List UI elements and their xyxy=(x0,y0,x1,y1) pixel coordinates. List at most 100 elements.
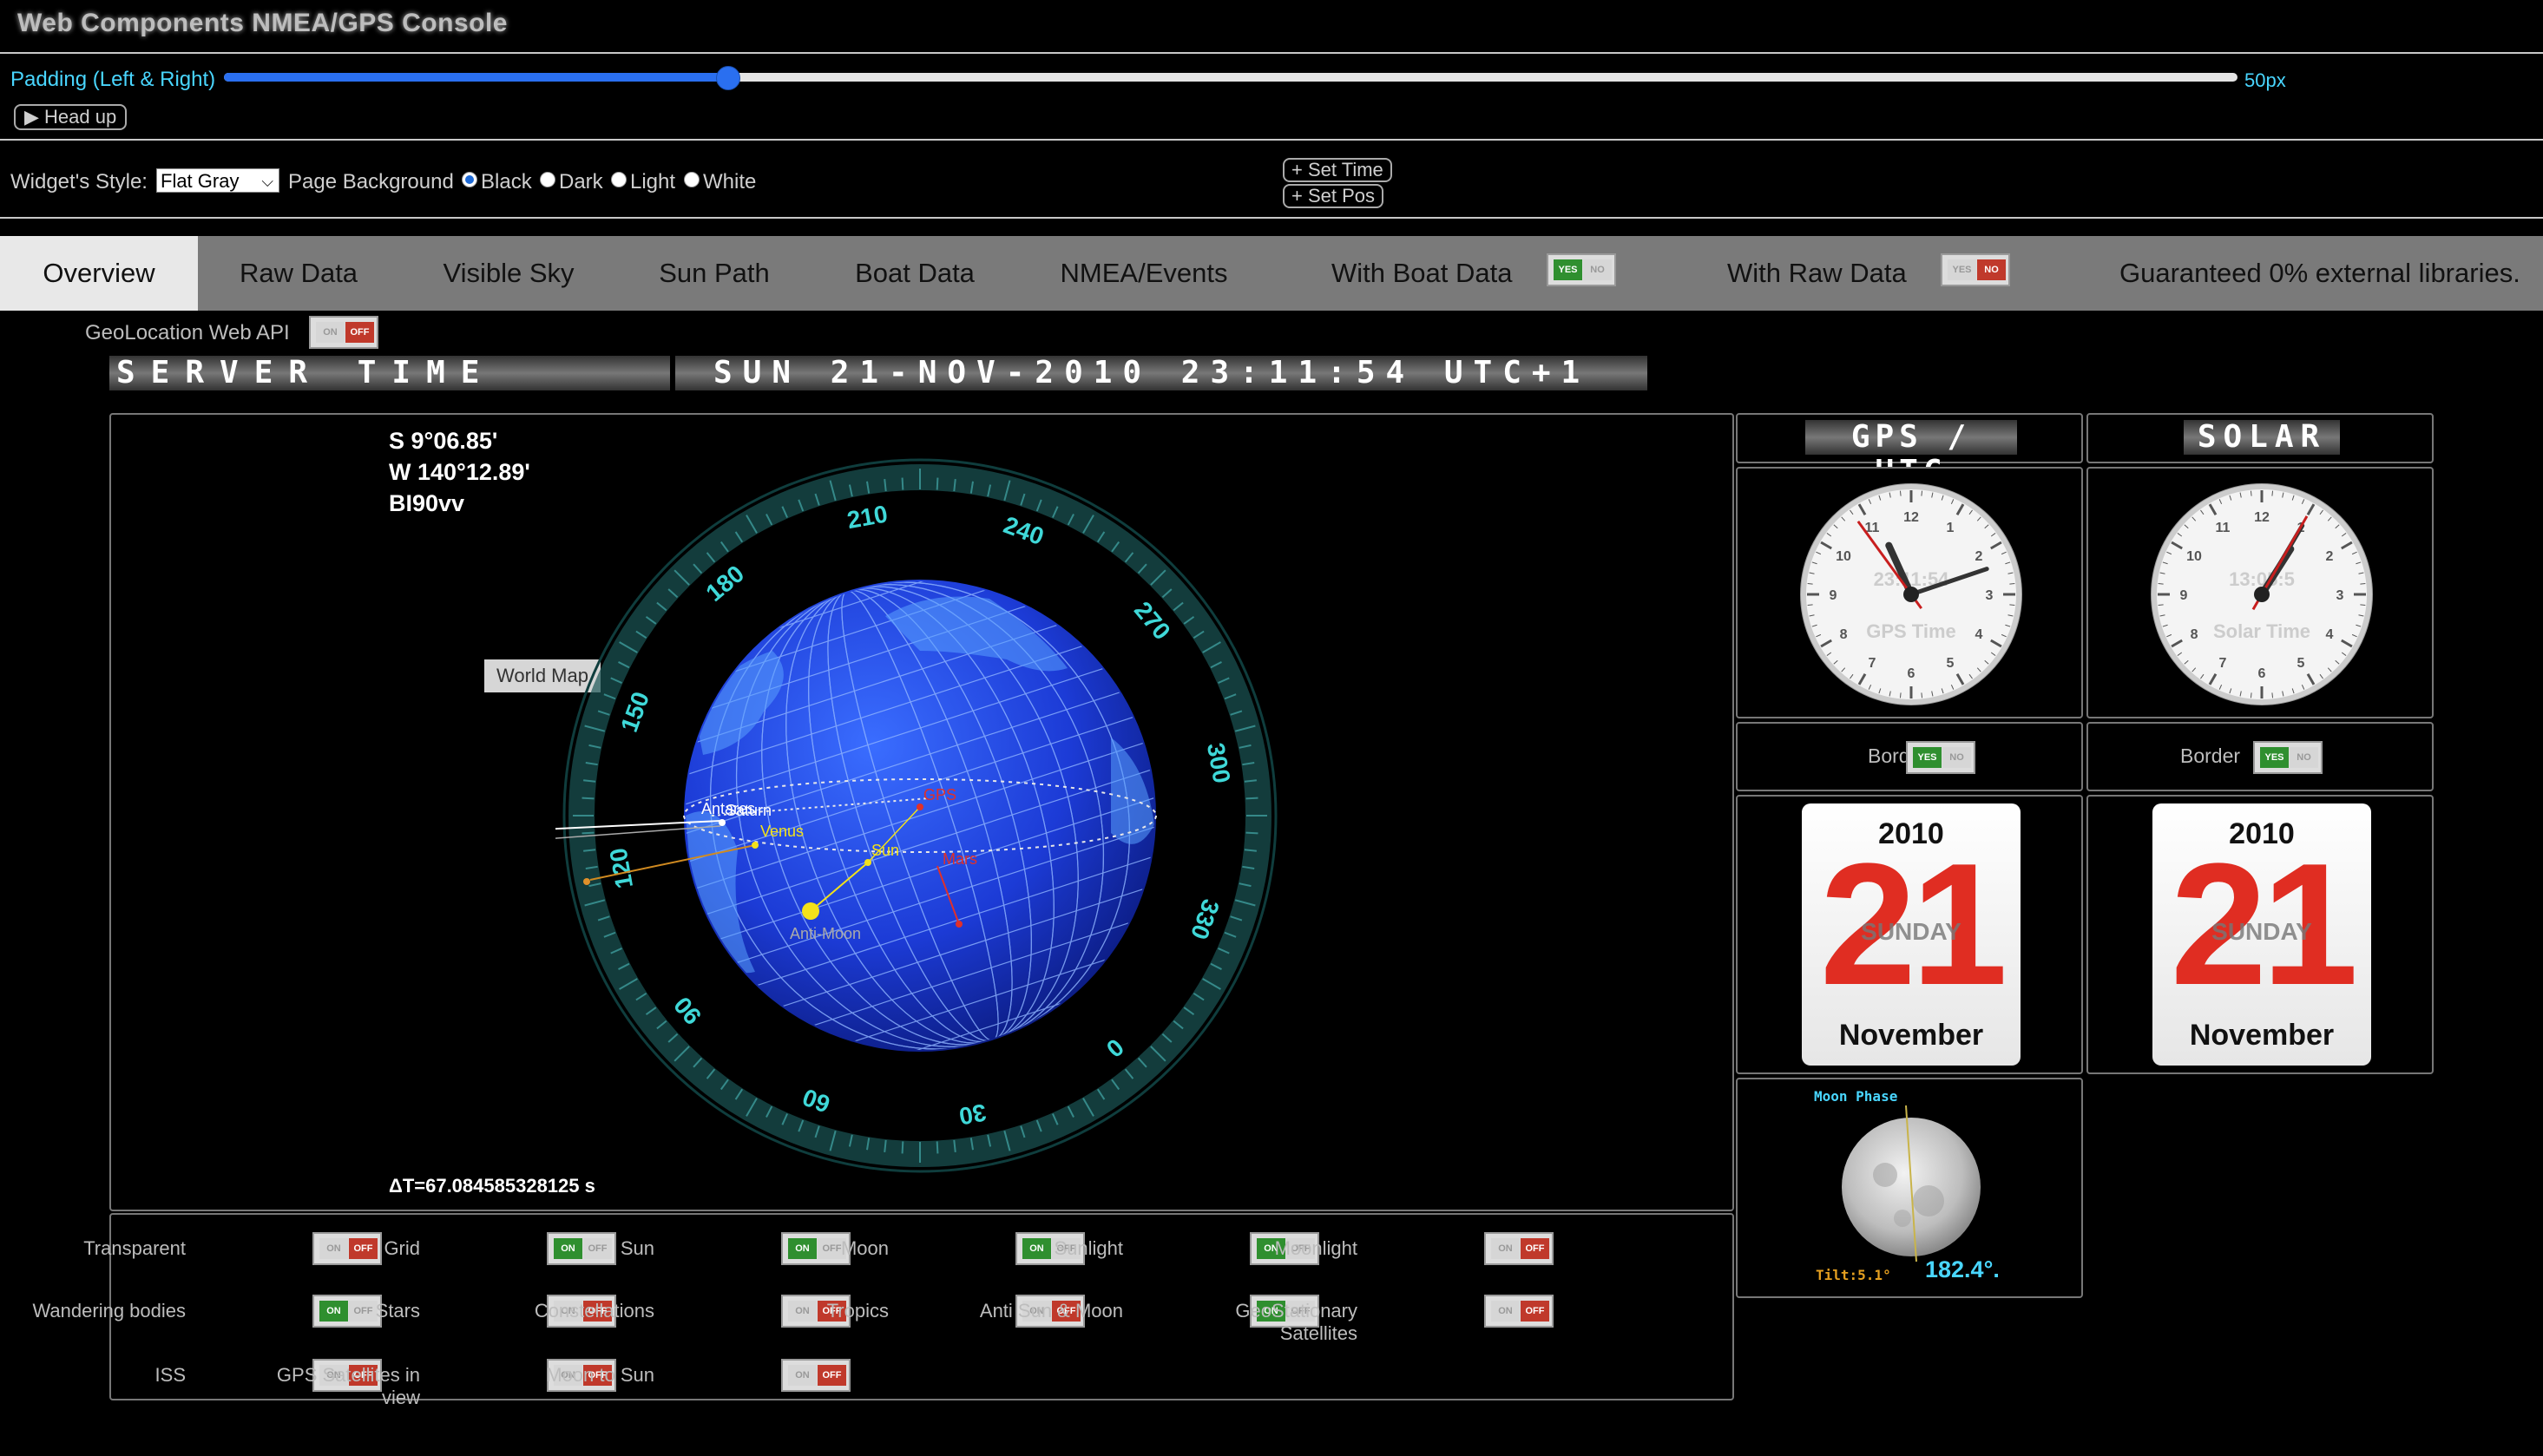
tab-raw-data[interactable]: Raw Data xyxy=(198,236,399,311)
clock-numeral: 8 xyxy=(2191,627,2198,642)
moon-angle: 182.4°. xyxy=(1925,1256,2000,1282)
solar-header-panel: SOLAR xyxy=(2086,413,2434,463)
radio-black[interactable] xyxy=(462,172,477,187)
clock-numeral: 9 xyxy=(2180,588,2188,603)
mars-label: Mars xyxy=(943,850,977,868)
with-boat-data-toggle[interactable]: YES NO xyxy=(1547,253,1616,286)
clock-numeral: 2 xyxy=(1975,549,1982,564)
tab-sun-path[interactable]: Sun Path xyxy=(618,236,811,311)
geolocation-toggle[interactable]: ON OFF xyxy=(309,316,378,349)
toggle-yes: YES xyxy=(2260,747,2289,768)
gps-label: GPS xyxy=(923,786,956,803)
option-toggle[interactable]: ON OFF xyxy=(1484,1295,1554,1328)
anti-moon-label: Anti-Moon xyxy=(790,925,861,942)
clock-numeral: 10 xyxy=(1836,549,1851,564)
globe-chart[interactable]: 210 2402703003300306090120150180 Antares … xyxy=(555,451,1285,1180)
calendar: 2010 21 SUNDAY November xyxy=(1802,803,2021,1066)
chevron-down-icon: ⌵ xyxy=(261,173,273,190)
tab-nmea-events[interactable]: NMEA/Events xyxy=(1019,236,1269,311)
dial-label: 210 xyxy=(845,500,890,534)
divider xyxy=(0,217,2543,219)
clock-numeral: 5 xyxy=(1947,656,1955,671)
clock-caption: Solar Time xyxy=(2213,620,2310,642)
clock-tick xyxy=(2360,582,2366,585)
tab-boat-data[interactable]: Boat Data xyxy=(811,236,1019,311)
radio-light[interactable] xyxy=(611,172,627,187)
grid-square: BI90vv xyxy=(389,490,465,516)
clock-tick xyxy=(2271,490,2274,496)
clock-tick xyxy=(2158,582,2164,585)
with-raw-data-toggle[interactable]: YES NO xyxy=(1941,253,2010,286)
clock-tick xyxy=(2271,692,2274,698)
dial-label: 330 xyxy=(1186,895,1225,943)
padding-label: Padding (Left & Right) xyxy=(10,68,216,91)
clock-tick xyxy=(2009,582,2015,585)
solar-clock-panel: 12345678910111213:05:5Solar Time xyxy=(2086,467,2434,718)
toggle-on: ON xyxy=(788,1365,817,1386)
dial-label: 150 xyxy=(615,688,654,736)
radio-label-black: Black xyxy=(481,170,532,193)
clock-numeral: 5 xyxy=(2297,656,2305,671)
widget-style-select[interactable]: Flat Gray ⌵ xyxy=(156,168,279,193)
dial-tick xyxy=(1245,797,1258,800)
moon-phase-panel: Moon Phase Tilt:5.1° 182.4°. xyxy=(1736,1078,2083,1298)
slider-knob[interactable] xyxy=(716,66,740,90)
page-background-label: Page Background xyxy=(288,170,454,193)
calendar-weekday: SUNDAY xyxy=(1861,918,1961,945)
clock-numeral: 6 xyxy=(2258,666,2266,681)
option-label: Grid xyxy=(384,1237,420,1259)
server-time-value: SUN 21-NOV-2010 23:11:54 UTC+1 xyxy=(675,356,1647,390)
tab-options-area: With Boat Data With Raw Data Guaranteed … xyxy=(1269,236,2543,311)
tab-overview[interactable]: Overview xyxy=(0,236,198,311)
clock-numeral: 12 xyxy=(2254,510,2270,525)
option-label: Sunlight xyxy=(1054,1237,1123,1259)
saturn-label: Saturn xyxy=(726,802,772,819)
dial-label: 240 xyxy=(1000,511,1048,550)
divider xyxy=(0,139,2543,141)
gps-calendar-panel: 2010 21 SUNDAY November xyxy=(1736,795,2083,1074)
clock-numeral: 10 xyxy=(2186,549,2202,564)
radio-white[interactable] xyxy=(684,172,700,187)
toggle-yes: YES xyxy=(1948,259,1976,280)
widget-style-label: Widget's Style: xyxy=(10,170,148,193)
border-label: Border xyxy=(2180,744,2241,767)
gps-clock-panel: 1 2 3 4 5 6 7 8 9 10 11 12 23:11:54 GPS Time xyxy=(1736,467,2083,718)
clock-numeral: 4 xyxy=(2325,627,2333,642)
solar-border-toggle[interactable]: YES NO xyxy=(2253,741,2323,774)
radio-dark[interactable] xyxy=(540,172,555,187)
option-label: Moon xyxy=(840,1237,889,1259)
option-label: GPS Satellites in view xyxy=(276,1364,420,1408)
tab-visible-sky[interactable]: Visible Sky xyxy=(399,236,618,311)
clock-tick xyxy=(1807,604,1813,607)
set-time-button[interactable]: + Set Time xyxy=(1283,158,1392,182)
option-label: Transparent xyxy=(83,1237,186,1259)
moon-icon xyxy=(1842,1105,1981,1262)
divider xyxy=(0,52,2543,54)
clock-tick xyxy=(2158,604,2164,607)
clock-numeral: 12 xyxy=(1903,510,1919,525)
head-up-button[interactable]: ▶ Head up xyxy=(14,104,128,130)
padding-slider[interactable] xyxy=(224,66,2237,90)
clock-tick xyxy=(1899,692,1902,698)
toggle-no: NO xyxy=(1977,259,2006,280)
option-label: Sun xyxy=(620,1237,654,1259)
clock-numeral: 11 xyxy=(2216,521,2231,535)
toggle-off: OFF xyxy=(818,1365,846,1386)
toggle-on: ON xyxy=(1491,1238,1520,1259)
dial-tick xyxy=(582,797,595,800)
calendar-month: November xyxy=(1838,1019,1984,1052)
clock-numeral: 7 xyxy=(1869,656,1876,671)
sun-sub-dot xyxy=(864,859,871,866)
option-toggle[interactable]: ON OFF xyxy=(1484,1232,1554,1265)
toggle-no: NO xyxy=(1583,259,1612,280)
clock-numeral: 3 xyxy=(2336,588,2344,603)
set-pos-button[interactable]: + Set Pos xyxy=(1283,184,1384,208)
gps-utc-header: GPS / UTC xyxy=(1805,420,2017,489)
toggle-no: NO xyxy=(2290,747,2318,768)
calendar-weekday: SUNDAY xyxy=(2211,918,2312,945)
option-toggle[interactable]: ON OFF xyxy=(781,1359,851,1392)
clock-numeral: 1 xyxy=(1947,521,1955,535)
gps-border-toggle[interactable]: YES NO xyxy=(1906,741,1975,774)
radio-label-white: White xyxy=(703,170,757,193)
clock-tick xyxy=(2009,604,2015,607)
